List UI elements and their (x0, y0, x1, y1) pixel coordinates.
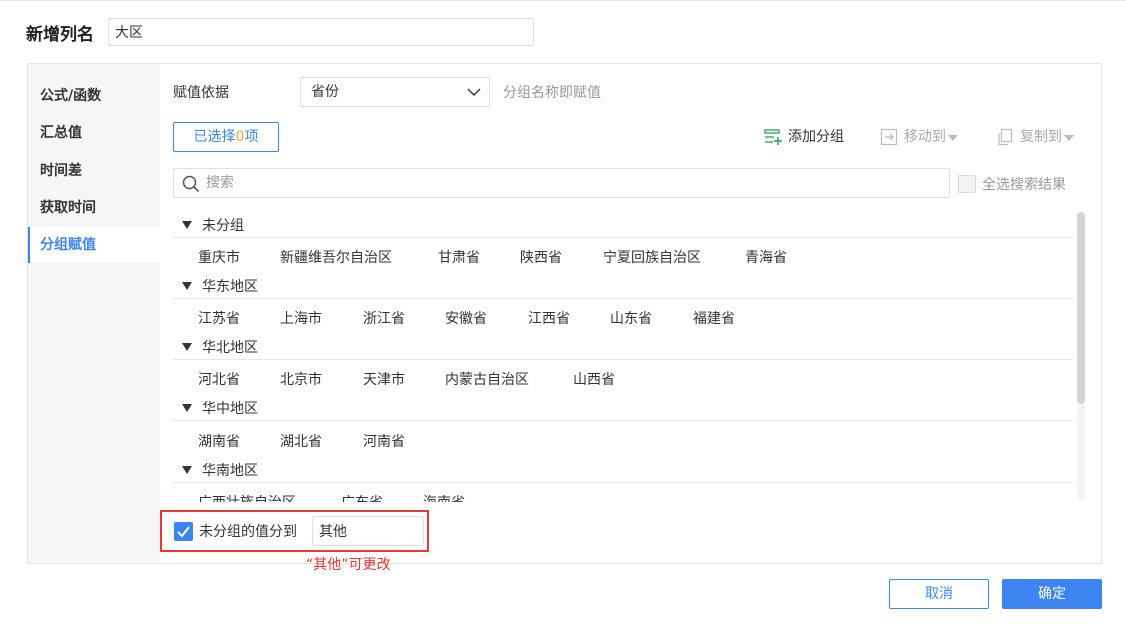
column-name-row: 新增列名 (26, 18, 534, 46)
group-header-ungrouped[interactable]: 未分组 (173, 212, 1073, 238)
list-item[interactable]: 河北省 (198, 369, 240, 389)
column-name-label: 新增列名 (26, 24, 94, 45)
ungrouped-value-input[interactable] (312, 516, 424, 546)
group-list: 未分组 重庆市 新疆维吾尔自治区 甘肃省 陕西省 宁夏回族自治区 青海省 华东地… (173, 212, 1073, 502)
list-item[interactable]: 江西省 (528, 308, 570, 328)
caret-down-icon (182, 220, 192, 229)
list-item[interactable]: 福建省 (693, 308, 735, 328)
list-item[interactable]: 安徽省 (445, 308, 487, 328)
caret-down-icon (948, 135, 958, 141)
group-name: 华南地区 (202, 462, 258, 479)
list-item[interactable]: 湖南省 (198, 431, 240, 451)
selected-count-button[interactable]: 已选择0项 (173, 122, 279, 152)
list-item[interactable]: 宁夏回族自治区 (603, 247, 701, 267)
group-items-central: 湖南省 湖北省 河南省 (173, 423, 1073, 458)
group-name: 未分组 (202, 217, 244, 234)
ungrouped-checkbox[interactable] (174, 522, 193, 541)
select-all-search-results[interactable]: 全选搜索结果 (958, 174, 1066, 194)
group-name: 华中地区 (202, 400, 258, 417)
sidebar-item-get-time[interactable]: 获取时间 (28, 190, 160, 226)
chevron-down-icon (467, 88, 481, 96)
search-input[interactable] (206, 169, 941, 197)
group-header-central[interactable]: 华中地区 (173, 395, 1073, 421)
list-item[interactable]: 山东省 (610, 308, 652, 328)
list-item[interactable]: 北京市 (280, 369, 322, 389)
list-item[interactable]: 上海市 (280, 308, 322, 328)
group-name: 华北地区 (202, 339, 258, 356)
scrollbar-thumb[interactable] (1077, 212, 1085, 404)
top-divider (0, 0, 1126, 1)
group-header-east[interactable]: 华东地区 (173, 273, 1073, 299)
select-all-label: 全选搜索结果 (982, 177, 1066, 193)
list-item[interactable]: 内蒙古自治区 (445, 369, 529, 389)
group-items-south: 广西壮族自治区 广东省 海南省 (173, 484, 1073, 502)
sidebar-item-summary[interactable]: 汇总值 (28, 115, 160, 151)
selected-prefix: 已选择 (193, 129, 236, 145)
ungrouped-assign-row: 未分组的值分到 (160, 510, 429, 552)
list-item[interactable]: 新疆维吾尔自治区 (280, 247, 392, 267)
group-assign-content: 赋值依据 省份 分组名称即赋值 已选择0项 添加分组 移动到 复制到 搜索 全选… (160, 64, 1101, 563)
confirm-button[interactable]: 确定 (1002, 579, 1102, 609)
list-item[interactable]: 江苏省 (198, 308, 240, 328)
caret-down-icon (182, 403, 192, 412)
list-item[interactable]: 河南省 (363, 431, 405, 451)
add-group-icon (764, 129, 782, 145)
list-item[interactable]: 青海省 (745, 247, 787, 267)
basis-select[interactable]: 省份 (300, 77, 490, 107)
group-items-east: 江苏省 上海市 浙江省 安徽省 江西省 山东省 福建省 (173, 300, 1073, 335)
check-icon (177, 526, 190, 538)
basis-select-value: 省份 (311, 84, 339, 100)
selected-suffix: 项 (244, 129, 259, 145)
column-name-input[interactable] (108, 18, 534, 46)
caret-down-icon (182, 465, 192, 474)
copy-icon (998, 128, 1013, 146)
group-list-scrollbar[interactable] (1077, 212, 1085, 500)
sidebar-item-time-diff[interactable]: 时间差 (28, 153, 160, 189)
list-item[interactable]: 广西壮族自治区 (198, 492, 296, 502)
copy-to-button[interactable]: 复制到 (996, 126, 1080, 148)
add-group-label: 添加分组 (788, 129, 844, 145)
list-item[interactable]: 湖北省 (280, 431, 322, 451)
cancel-button[interactable]: 取消 (889, 579, 989, 609)
basis-hint: 分组名称即赋值 (503, 85, 601, 101)
sidebar-item-group-assign[interactable]: 分组赋值 (28, 227, 160, 263)
caret-down-icon (182, 342, 192, 351)
list-item[interactable]: 广东省 (341, 492, 383, 502)
select-all-checkbox[interactable] (958, 175, 976, 193)
ungrouped-label: 未分组的值分到 (199, 524, 297, 540)
annotation-note: “其他”可更改 (306, 557, 391, 573)
group-header-north[interactable]: 华北地区 (173, 334, 1073, 360)
caret-down-icon (1064, 135, 1074, 141)
list-item[interactable]: 浙江省 (363, 308, 405, 328)
group-items-north: 河北省 北京市 天津市 内蒙古自治区 山西省 (173, 361, 1073, 396)
list-item[interactable]: 山西省 (573, 369, 615, 389)
list-item[interactable]: 甘肃省 (438, 247, 480, 267)
list-item[interactable]: 重庆市 (198, 247, 240, 267)
settings-panel: 公式/函数 汇总值 时间差 获取时间 分组赋值 赋值依据 省份 分组名称即赋值 … (27, 63, 1102, 564)
sidebar: 公式/函数 汇总值 时间差 获取时间 分组赋值 (28, 64, 160, 563)
move-to-icon (880, 128, 898, 146)
copy-to-label: 复制到 (1020, 129, 1062, 145)
basis-label: 赋值依据 (173, 85, 229, 101)
move-to-button[interactable]: 移动到 (880, 126, 964, 148)
list-item[interactable]: 天津市 (363, 369, 405, 389)
sidebar-item-formula[interactable]: 公式/函数 (28, 78, 160, 114)
search-box (173, 168, 950, 198)
caret-down-icon (182, 281, 192, 290)
add-group-button[interactable]: 添加分组 (764, 126, 844, 148)
group-header-south[interactable]: 华南地区 (173, 457, 1073, 483)
list-item[interactable]: 陕西省 (520, 247, 562, 267)
group-items-ungrouped: 重庆市 新疆维吾尔自治区 甘肃省 陕西省 宁夏回族自治区 青海省 (173, 239, 1073, 274)
group-name: 华东地区 (202, 278, 258, 295)
move-to-label: 移动到 (904, 129, 946, 145)
list-item[interactable]: 海南省 (423, 492, 465, 502)
search-icon (182, 175, 200, 193)
